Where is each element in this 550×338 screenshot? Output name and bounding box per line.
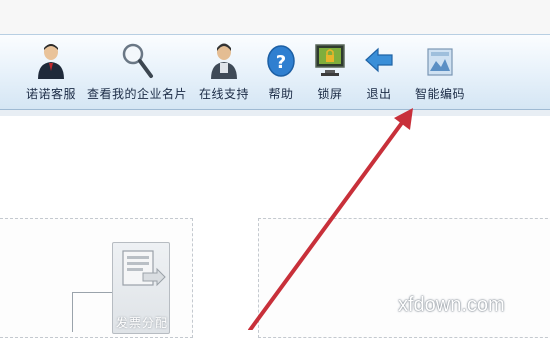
svg-text:?: ? [276,52,286,73]
toolbar-lock-screen[interactable]: 锁屏 [312,35,348,109]
smart-coding-icon [423,41,457,79]
customer-service-icon [34,41,68,79]
toolbar-exit[interactable]: 退出 [361,35,397,109]
toolbar-label: 锁屏 [317,87,343,101]
toolbar-bottom-strip [0,110,550,116]
toolbar-label: 诺诺客服 [25,87,76,101]
connector-line [72,292,73,332]
workflow-panel-right [258,218,550,338]
toolbar-label: 帮助 [268,87,294,101]
online-support-icon [207,41,241,79]
toolbar-label: 智能编码 [414,87,465,101]
invoice-allocation-icon [122,250,166,287]
watermark-text: xfdown.com [398,294,505,316]
toolbar-help[interactable]: ? 帮助 [263,35,299,109]
toolbar-smart-coding[interactable]: 智能编码 [410,35,470,109]
toolbar-online-support[interactable]: 在线支持 [196,35,252,109]
help-icon: ? [264,41,298,79]
toolbar-label: 查看我的企业名片 [86,87,187,101]
window-top [0,0,550,34]
exit-arrow-icon [362,41,396,79]
magnifier-icon [120,41,154,79]
toolbar-view-business-card[interactable]: 查看我的企业名片 [84,35,190,109]
node-label: 发票分配 [116,316,169,330]
toolbar-customer-service[interactable]: 诺诺客服 [22,35,80,109]
lock-screen-icon [313,41,347,79]
connector-line [72,292,114,293]
toolbar-label: 在线支持 [198,87,249,101]
toolbar-label: 退出 [366,87,392,101]
toolbar: 诺诺客服 查看我的企业名片 在线支持 ? 帮助 锁屏 退出 智能编码 [0,34,550,110]
